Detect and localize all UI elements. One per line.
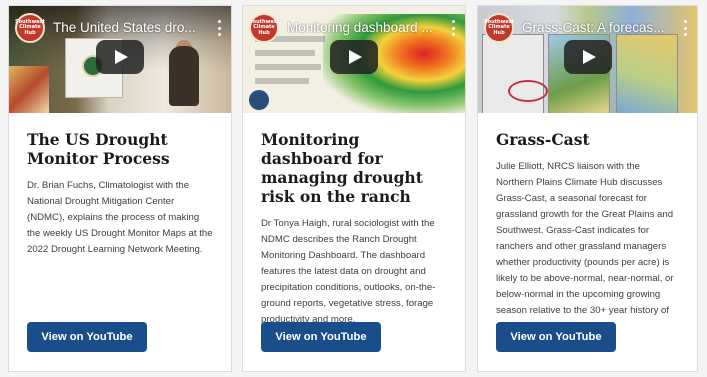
thumbnail-map-panel bbox=[616, 34, 678, 113]
card-description: Dr Tonya Haigh, rural sociologist with t… bbox=[261, 218, 436, 325]
channel-logo[interactable]: Southwest Climate Hub bbox=[15, 13, 45, 43]
video-card: Southwest Climate Hub Monitoring dashboa… bbox=[242, 5, 466, 372]
video-card: Southwest Climate Hub The United States … bbox=[8, 5, 232, 372]
card-title: The US Drought Monitor Process bbox=[27, 130, 170, 168]
video-title[interactable]: Monitoring dashboard ... bbox=[287, 20, 443, 35]
video-thumbnail[interactable]: Southwest Climate Hub Grass-Cast: A fore… bbox=[478, 6, 697, 113]
play-icon[interactable] bbox=[330, 39, 378, 74]
thumbnail-seal-graphic bbox=[249, 90, 269, 110]
thumbnail-text-line bbox=[255, 78, 309, 84]
video-title[interactable]: The United States dro... bbox=[53, 20, 209, 35]
channel-logo[interactable]: Southwest Climate Hub bbox=[249, 13, 279, 43]
view-on-youtube-button[interactable]: View on YouTube bbox=[496, 322, 616, 352]
channel-logo-text: Southwest Climate Hub bbox=[15, 18, 45, 36]
play-icon[interactable] bbox=[563, 39, 612, 74]
video-thumbnail[interactable]: Southwest Climate Hub The United States … bbox=[9, 6, 231, 113]
kebab-menu-icon[interactable] bbox=[683, 20, 687, 36]
kebab-menu-icon[interactable] bbox=[217, 20, 221, 36]
play-icon[interactable] bbox=[96, 39, 144, 74]
view-on-youtube-button[interactable]: View on YouTube bbox=[27, 322, 147, 352]
thumbnail-presenter bbox=[169, 46, 199, 106]
channel-logo-text: Southwest Climate Hub bbox=[249, 18, 279, 36]
card-description: Julie Elliott, NRCS liaison with the Nor… bbox=[496, 161, 674, 332]
channel-logo[interactable]: Southwest Climate Hub bbox=[484, 13, 514, 43]
thumbnail-map-graphic bbox=[9, 66, 49, 113]
kebab-menu-icon[interactable] bbox=[451, 20, 455, 36]
channel-logo-text: Southwest Climate Hub bbox=[484, 18, 514, 36]
card-description: Dr. Brian Fuchs, Climatologist with the … bbox=[27, 180, 213, 255]
thumbnail-text-line bbox=[255, 64, 321, 70]
video-title[interactable]: Grass-Cast: A forecas... bbox=[522, 20, 675, 35]
thumbnail-highlight-oval bbox=[508, 80, 548, 102]
video-thumbnail[interactable]: Southwest Climate Hub Monitoring dashboa… bbox=[243, 6, 465, 113]
view-on-youtube-button[interactable]: View on YouTube bbox=[261, 322, 381, 352]
thumbnail-text-line bbox=[255, 50, 315, 56]
video-card-grid: Southwest Climate Hub The United States … bbox=[8, 5, 698, 372]
card-title: Grass-Cast bbox=[496, 130, 590, 149]
card-title: Monitoring dashboard for managing drough… bbox=[261, 130, 423, 206]
video-card: Southwest Climate Hub Grass-Cast: A fore… bbox=[477, 5, 698, 372]
